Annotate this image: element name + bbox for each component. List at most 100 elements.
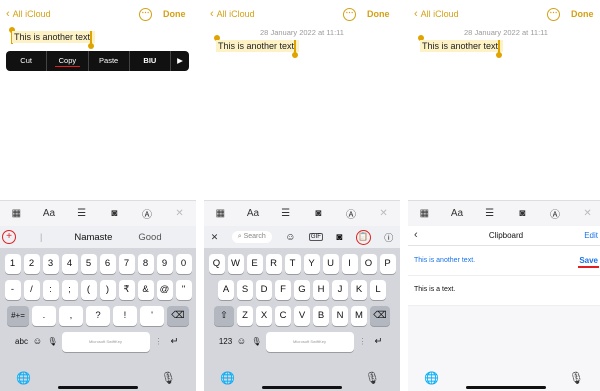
back-button[interactable]: ‹ All iCloud — [210, 9, 255, 20]
globe-icon[interactable]: 🌐 — [424, 371, 439, 385]
key[interactable]: ! — [113, 306, 137, 326]
markup-icon[interactable]: Ⓐ — [137, 206, 157, 221]
key[interactable]: B — [313, 306, 329, 326]
checklist-icon[interactable]: ☰ — [72, 208, 92, 219]
key[interactable]: ' — [140, 306, 164, 326]
key[interactable]: K — [351, 280, 367, 300]
table-icon[interactable]: ▦ — [6, 208, 26, 219]
mic-icon[interactable]: 🎙 — [161, 371, 176, 385]
done-button[interactable]: Done — [163, 9, 186, 19]
key[interactable]: 0 — [175, 254, 192, 274]
note-text[interactable]: This is another text. — [420, 40, 503, 52]
key[interactable]: M — [351, 306, 367, 326]
done-button[interactable]: Done — [367, 9, 390, 19]
key[interactable]: H — [313, 280, 329, 300]
checklist-icon[interactable]: ☰ — [276, 208, 296, 219]
table-icon[interactable]: ▦ — [210, 208, 230, 219]
close-icon[interactable]: ✕ — [374, 208, 394, 219]
key[interactable]: F — [275, 280, 291, 300]
mic-icon[interactable]: 🎙 — [569, 371, 584, 385]
key[interactable]: 2 — [23, 254, 40, 274]
camera-icon[interactable]: ◙ — [512, 208, 532, 219]
key[interactable]: Z — [237, 306, 253, 326]
key[interactable]: ) — [99, 280, 116, 300]
key[interactable]: " — [175, 280, 192, 300]
close-icon[interactable]: ✕ — [170, 208, 190, 219]
key[interactable]: T — [284, 254, 301, 274]
key[interactable]: W — [227, 254, 244, 274]
prediction-word-2[interactable]: Good — [138, 232, 161, 243]
markup-icon[interactable]: Ⓐ — [341, 206, 361, 221]
return-key[interactable]: ↵ — [372, 332, 386, 352]
key[interactable]: 8 — [137, 254, 154, 274]
key[interactable]: 6 — [99, 254, 116, 274]
mic-icon[interactable]: 🎙 — [365, 371, 380, 385]
key[interactable]: ( — [80, 280, 97, 300]
key[interactable]: Y — [303, 254, 320, 274]
numbers-key[interactable]: 123 — [219, 332, 233, 352]
selection-dot-end[interactable] — [88, 43, 94, 49]
more-button[interactable]: ⋯ — [547, 8, 560, 21]
abc-key[interactable]: abc — [15, 332, 29, 352]
key[interactable]: / — [23, 280, 40, 300]
search-field[interactable]: ⌕ Search — [231, 231, 272, 243]
return-key[interactable]: ↵ — [168, 332, 182, 352]
cut-button[interactable]: Cut — [6, 51, 48, 71]
backspace-key[interactable]: ⌫ — [370, 306, 390, 326]
table-icon[interactable]: ▦ — [414, 208, 434, 219]
key[interactable]: D — [256, 280, 272, 300]
emoji-icon[interactable]: ☺ — [236, 332, 248, 352]
key[interactable]: @ — [156, 280, 173, 300]
key[interactable]: 1 — [4, 254, 21, 274]
emoji-icon[interactable]: ☺ — [32, 332, 44, 352]
key[interactable]: J — [332, 280, 348, 300]
paste-button[interactable]: Paste — [89, 51, 130, 71]
key[interactable]: 9 — [156, 254, 173, 274]
copy-button[interactable]: Copy — [47, 51, 89, 71]
clipboard-edit-button[interactable]: Edit — [584, 231, 598, 240]
key[interactable]: ; — [61, 280, 78, 300]
key[interactable]: G — [294, 280, 310, 300]
checklist-icon[interactable]: ☰ — [480, 208, 500, 219]
camera-icon[interactable]: ◙ — [104, 208, 124, 219]
key[interactable]: 5 — [80, 254, 97, 274]
clipboard-item[interactable]: This is a text. — [408, 276, 600, 306]
done-button[interactable]: Done — [571, 9, 594, 19]
key[interactable]: N — [332, 306, 348, 326]
backspace-key[interactable]: ⌫ — [167, 306, 189, 326]
key[interactable]: Q — [208, 254, 225, 274]
space-key[interactable]: Microsoft SwiftKey — [265, 332, 354, 352]
key[interactable]: O — [360, 254, 377, 274]
gif-icon[interactable]: GIF — [308, 233, 323, 241]
format-icon[interactable]: Aa — [243, 208, 263, 219]
key[interactable]: L — [370, 280, 386, 300]
space-key[interactable]: Microsoft SwiftKey — [61, 332, 150, 352]
clipboard-icon[interactable]: 📋 — [355, 229, 371, 245]
camera-icon[interactable]: ◙ — [336, 232, 342, 243]
camera-icon[interactable]: ◙ — [308, 208, 328, 219]
menu-next-button[interactable]: ▶ — [171, 51, 189, 71]
key[interactable]: 3 — [42, 254, 59, 274]
key[interactable]: & — [137, 280, 154, 300]
info-icon[interactable]: ⓘ — [384, 231, 393, 244]
key[interactable]: . — [32, 306, 56, 326]
key[interactable]: - — [4, 280, 21, 300]
back-button[interactable]: ‹ All iCloud — [6, 9, 51, 20]
key[interactable]: ₹ — [118, 280, 135, 300]
key[interactable]: X — [256, 306, 272, 326]
note-text[interactable]: This is another text. — [12, 31, 95, 43]
dictation-key[interactable]: 🎙 — [251, 332, 263, 352]
format-icon[interactable]: Aa — [39, 208, 59, 219]
key[interactable]: , — [59, 306, 83, 326]
key[interactable]: R — [265, 254, 282, 274]
key[interactable]: V — [294, 306, 310, 326]
globe-icon[interactable]: 🌐 — [220, 371, 235, 385]
close-icon[interactable]: ✕ — [578, 208, 598, 219]
format-icon[interactable]: Aa — [447, 208, 467, 219]
key[interactable]: U — [322, 254, 339, 274]
format-button[interactable]: BIU — [130, 51, 171, 71]
key[interactable]: 7 — [118, 254, 135, 274]
key[interactable]: : — [42, 280, 59, 300]
key[interactable]: E — [246, 254, 263, 274]
add-button[interactable]: + — [2, 230, 16, 244]
